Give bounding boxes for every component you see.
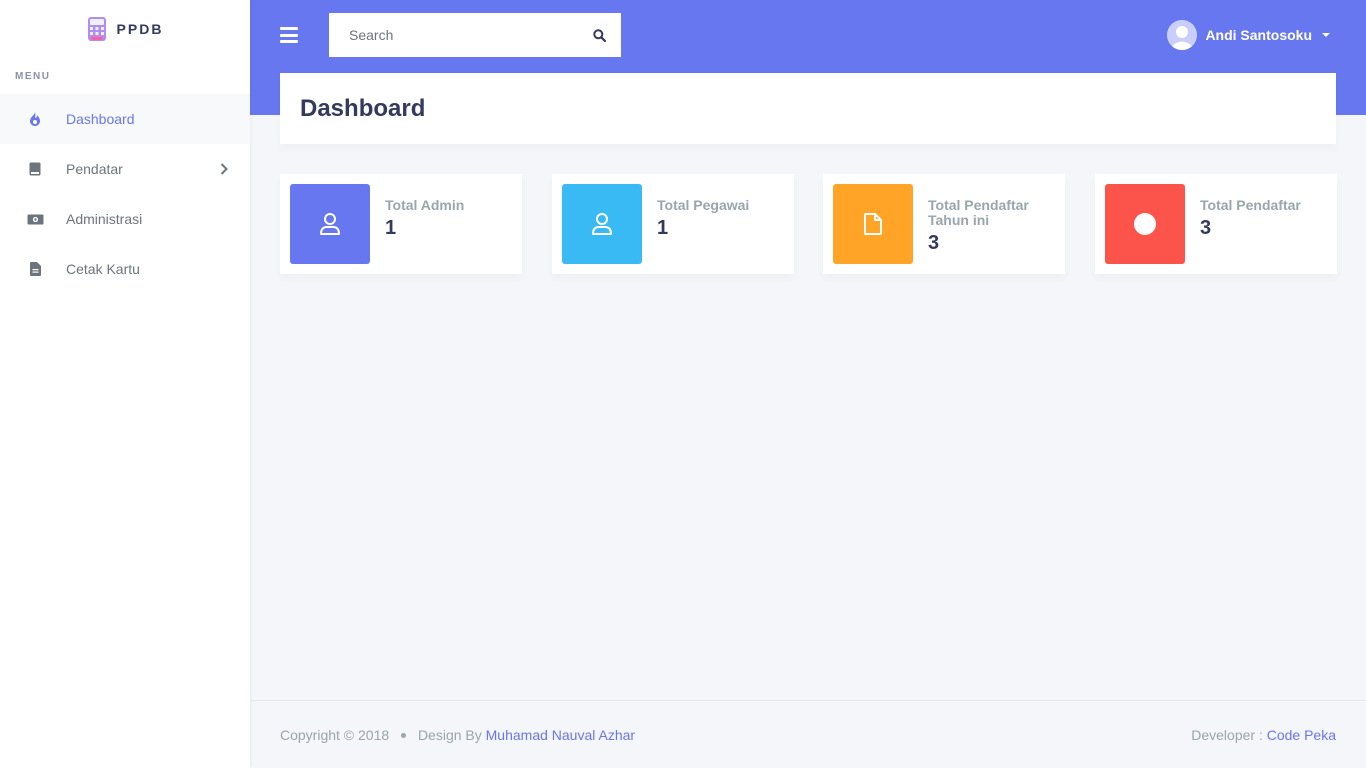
stat-value: 3 [1200, 217, 1212, 239]
sidebar-item-label: Pendatar [66, 161, 123, 177]
stat-card-total-pegawai: Total Pegawai 1 [552, 174, 794, 274]
file-icon [864, 213, 882, 235]
stat-icon-box [290, 184, 370, 264]
stat-icon-box [1105, 184, 1185, 264]
developer-link[interactable]: Code Peka [1267, 727, 1336, 743]
design-by-text: Design By [417, 726, 482, 743]
menu-header: MENU [15, 71, 51, 82]
fire-icon [26, 110, 44, 128]
stat-value: 1 [657, 217, 669, 239]
separator-dot-icon [401, 733, 407, 739]
stat-icon-box [833, 184, 913, 264]
sidebar: PPDB MENU Dashboard Pendatar Administras… [0, 0, 250, 768]
sidebar-item-label: Cetak Kartu [66, 261, 140, 277]
search-bar [329, 13, 621, 57]
footer-right: Developer : Code Peka [1191, 727, 1336, 743]
page-title: Dashboard [300, 94, 426, 122]
calculator-logo-icon [87, 17, 106, 41]
search-input[interactable] [349, 27, 591, 43]
stat-card-total-pendaftar: Total Pendaftar 3 [1095, 174, 1337, 274]
sidebar-item-administrasi[interactable]: Administrasi [0, 194, 250, 244]
stat-value: 1 [385, 217, 397, 239]
stat-label: Total Pendaftar [1200, 197, 1301, 213]
stat-label: Total Admin [385, 197, 465, 213]
money-bill-icon [26, 210, 44, 228]
caret-down-icon [1322, 33, 1330, 37]
sidebar-item-dashboard[interactable]: Dashboard [0, 94, 250, 144]
user-dropdown[interactable]: Andi Santosoku [1167, 20, 1330, 50]
section-header: Dashboard [280, 73, 1336, 144]
search-icon[interactable] [591, 27, 607, 43]
stat-label: Total Pegawai [657, 197, 750, 213]
sidebar-item-pendatar[interactable]: Pendatar [0, 144, 250, 194]
avatar [1167, 20, 1198, 50]
designer-link[interactable]: Muhamad Nauval Azhar [486, 727, 635, 743]
user-icon [320, 213, 340, 235]
sidebar-item-label: Administrasi [66, 211, 143, 227]
circle-icon [1134, 213, 1156, 235]
sidebar-item-cetak-kartu[interactable]: Cetak Kartu [0, 244, 250, 294]
user-icon [592, 213, 612, 235]
stat-card-total-pendaftar-tahun-ini: Total Pendaftar Tahun ini 3 [823, 174, 1065, 274]
stat-icon-box [562, 184, 642, 264]
footer-left: Copyright © 2018 Design By Muhamad Nauva… [280, 727, 635, 743]
stat-card-total-admin: Total Admin 1 [280, 174, 522, 274]
brand[interactable]: PPDB [0, 0, 250, 60]
hamburger-menu-icon[interactable] [280, 27, 298, 43]
brand-name: PPDB [116, 21, 164, 37]
stat-label: Total Pendaftar Tahun ini [928, 197, 1029, 228]
footer: Copyright © 2018 Design By Muhamad Nauva… [250, 700, 1366, 768]
sidebar-item-label: Dashboard [66, 111, 135, 127]
book-icon [26, 160, 44, 178]
user-name: Andi Santosoku [1205, 27, 1312, 43]
stat-cards: Total Admin 1 Total Pegawai 1 Total Pend… [280, 174, 1337, 274]
stat-value: 3 [928, 232, 940, 254]
chevron-right-icon [220, 162, 230, 176]
copyright-text: Copyright © 2018 [280, 726, 390, 743]
file-icon [26, 260, 44, 278]
developer-label: Developer : [1191, 726, 1263, 743]
